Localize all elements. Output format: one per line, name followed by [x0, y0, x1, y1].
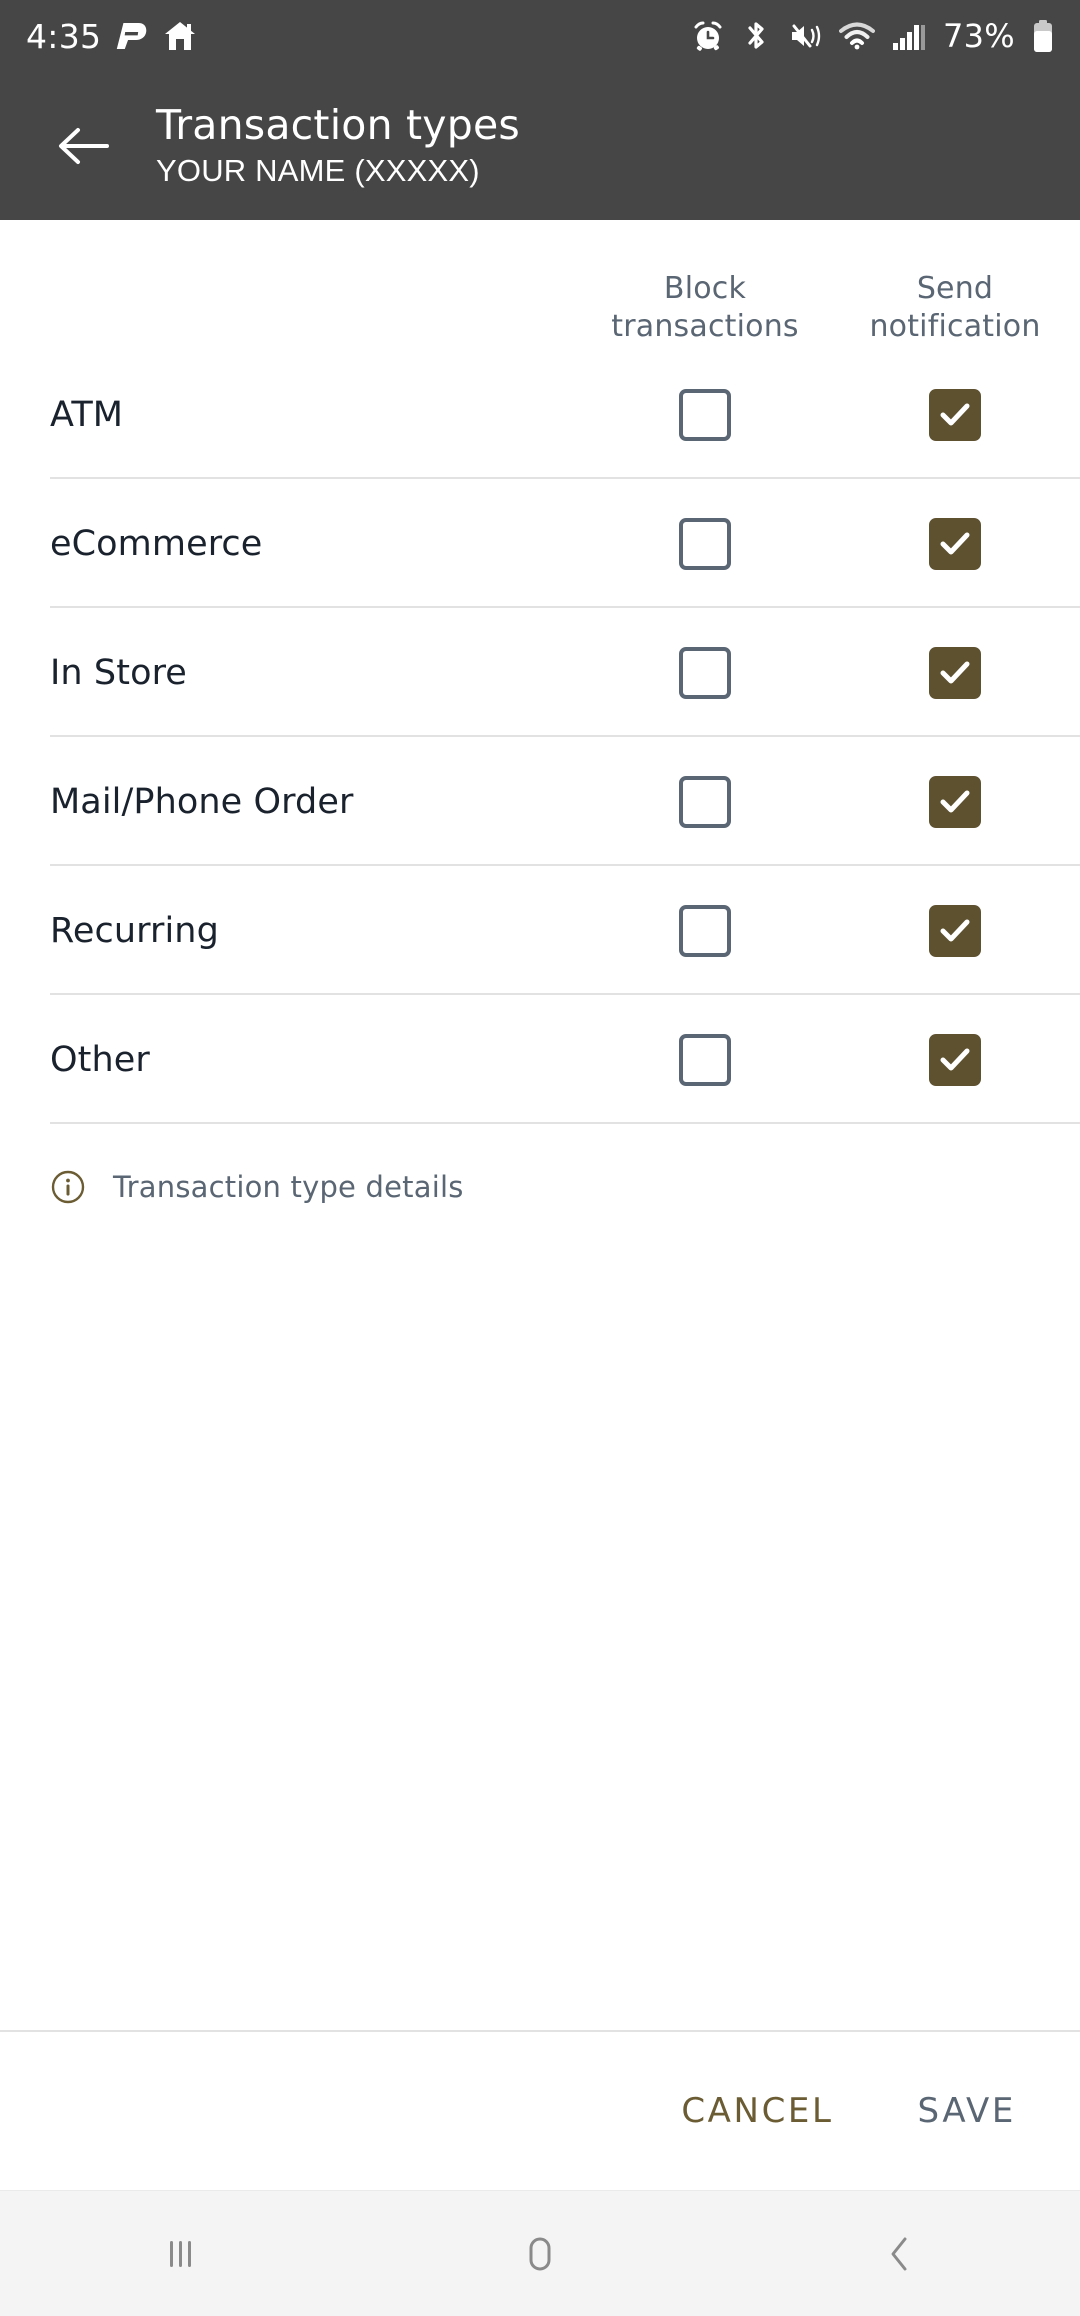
- table-row: Recurring: [0, 866, 1080, 995]
- checkbox-notify-mail-phone-order[interactable]: [929, 775, 981, 828]
- column-header-block-line2: transactions: [611, 309, 799, 344]
- table-row: eCommerce: [0, 479, 1080, 608]
- column-header-notify-line1: Send: [916, 271, 994, 306]
- cancel-button[interactable]: CANCEL: [681, 2091, 833, 2131]
- checkbox-block-atm[interactable]: [679, 388, 731, 441]
- transaction-type-details-link[interactable]: Transaction type details: [0, 1124, 1080, 1205]
- check-icon: [940, 919, 970, 941]
- checkbox-notify-ecommerce[interactable]: [929, 517, 981, 570]
- info-label: Transaction type details: [113, 1170, 464, 1204]
- cell-block-in-store[interactable]: [580, 646, 830, 699]
- page-title: Transaction types: [156, 100, 520, 149]
- checkbox-block-other[interactable]: [679, 1033, 731, 1086]
- action-bar: CANCEL SAVE: [0, 2030, 1080, 2190]
- cellular-signal-icon: [892, 21, 926, 51]
- content-filler: [0, 1205, 1080, 2030]
- save-button[interactable]: SAVE: [918, 2091, 1016, 2131]
- status-bar: 4:35 73%: [0, 0, 1080, 72]
- status-bar-left: 4:35: [26, 17, 197, 56]
- cell-block-recurring[interactable]: [580, 904, 830, 957]
- column-headers: Block transactions Send notification: [0, 220, 1080, 350]
- back-chevron-icon: [877, 2231, 923, 2277]
- recents-icon: [157, 2231, 203, 2277]
- status-bar-right: 73%: [692, 17, 1054, 55]
- info-circle-icon: [50, 1169, 86, 1205]
- status-bar-clock: 4:35: [26, 16, 102, 56]
- checkbox-notify-in-store[interactable]: [929, 646, 981, 699]
- cell-block-atm[interactable]: [580, 388, 830, 441]
- check-icon: [940, 1048, 970, 1070]
- page-subtitle: YOUR NAME (XXXXX): [156, 152, 480, 188]
- nav-recents-button[interactable]: [0, 2191, 360, 2316]
- row-label-ecommerce: eCommerce: [50, 523, 263, 564]
- row-label-in-store: In Store: [50, 652, 187, 693]
- table-row: Mail/Phone Order: [0, 737, 1080, 866]
- column-header-send-notification: Send notification: [830, 270, 1080, 346]
- cell-notify-other[interactable]: [830, 1033, 1080, 1086]
- column-header-block-line1: Block: [663, 271, 747, 306]
- cell-block-mail-phone-order[interactable]: [580, 775, 830, 828]
- cell-notify-ecommerce[interactable]: [830, 517, 1080, 570]
- mute-vibrate-icon: [788, 20, 822, 52]
- check-icon: [940, 532, 970, 554]
- cell-notify-atm[interactable]: [830, 388, 1080, 441]
- table-row: In Store: [0, 608, 1080, 737]
- row-label-mail-phone-order: Mail/Phone Order: [50, 781, 354, 822]
- cell-notify-recurring[interactable]: [830, 904, 1080, 957]
- row-label-atm: ATM: [50, 394, 124, 435]
- back-button[interactable]: [36, 98, 132, 194]
- nav-back-button[interactable]: [720, 2191, 1080, 2316]
- battery-percent-label: 73%: [942, 17, 1015, 55]
- wifi-icon: [838, 21, 875, 51]
- check-icon: [940, 661, 970, 683]
- checkbox-notify-recurring[interactable]: [929, 904, 981, 957]
- bluetooth-icon: [741, 20, 771, 52]
- cell-notify-mail-phone-order[interactable]: [830, 775, 1080, 828]
- app-bar-titles: Transaction types YOUR NAME (XXXXX): [156, 100, 520, 193]
- content-area: Block transactions Send notification ATM: [0, 220, 1080, 2190]
- checkbox-block-mail-phone-order[interactable]: [679, 775, 731, 828]
- battery-icon: [1032, 19, 1054, 53]
- row-divider: [50, 1122, 1080, 1124]
- checkbox-notify-other[interactable]: [929, 1033, 981, 1086]
- row-label-other: Other: [50, 1039, 150, 1080]
- app-bar: Transaction types YOUR NAME (XXXXX): [0, 72, 1080, 242]
- nav-home-button[interactable]: [360, 2191, 720, 2316]
- cell-block-ecommerce[interactable]: [580, 517, 830, 570]
- table-row: Other: [0, 995, 1080, 1124]
- checkbox-block-ecommerce[interactable]: [679, 517, 731, 570]
- back-arrow-icon: [57, 123, 111, 169]
- cell-block-other[interactable]: [580, 1033, 830, 1086]
- table-row: ATM: [0, 350, 1080, 479]
- home-square-icon: [517, 2231, 563, 2277]
- cell-notify-in-store[interactable]: [830, 646, 1080, 699]
- system-navigation-bar: [0, 2190, 1080, 2316]
- home-icon: [163, 19, 197, 53]
- row-label-recurring: Recurring: [50, 910, 219, 951]
- phone-screen: 4:35 73% Transaction types YOUR NAME (XX…: [0, 0, 1080, 2316]
- checkbox-block-recurring[interactable]: [679, 904, 731, 957]
- check-icon: [940, 790, 970, 812]
- column-header-block-transactions: Block transactions: [580, 270, 830, 346]
- checkbox-notify-atm[interactable]: [929, 388, 981, 441]
- check-icon: [940, 403, 970, 425]
- checkbox-block-in-store[interactable]: [679, 646, 731, 699]
- app-p-icon: [115, 19, 149, 53]
- alarm-icon: [692, 20, 724, 52]
- column-header-notify-line2: notification: [869, 309, 1041, 344]
- transaction-type-rows: ATM eCommerce In Store Mail/Phone Order …: [0, 350, 1080, 1124]
